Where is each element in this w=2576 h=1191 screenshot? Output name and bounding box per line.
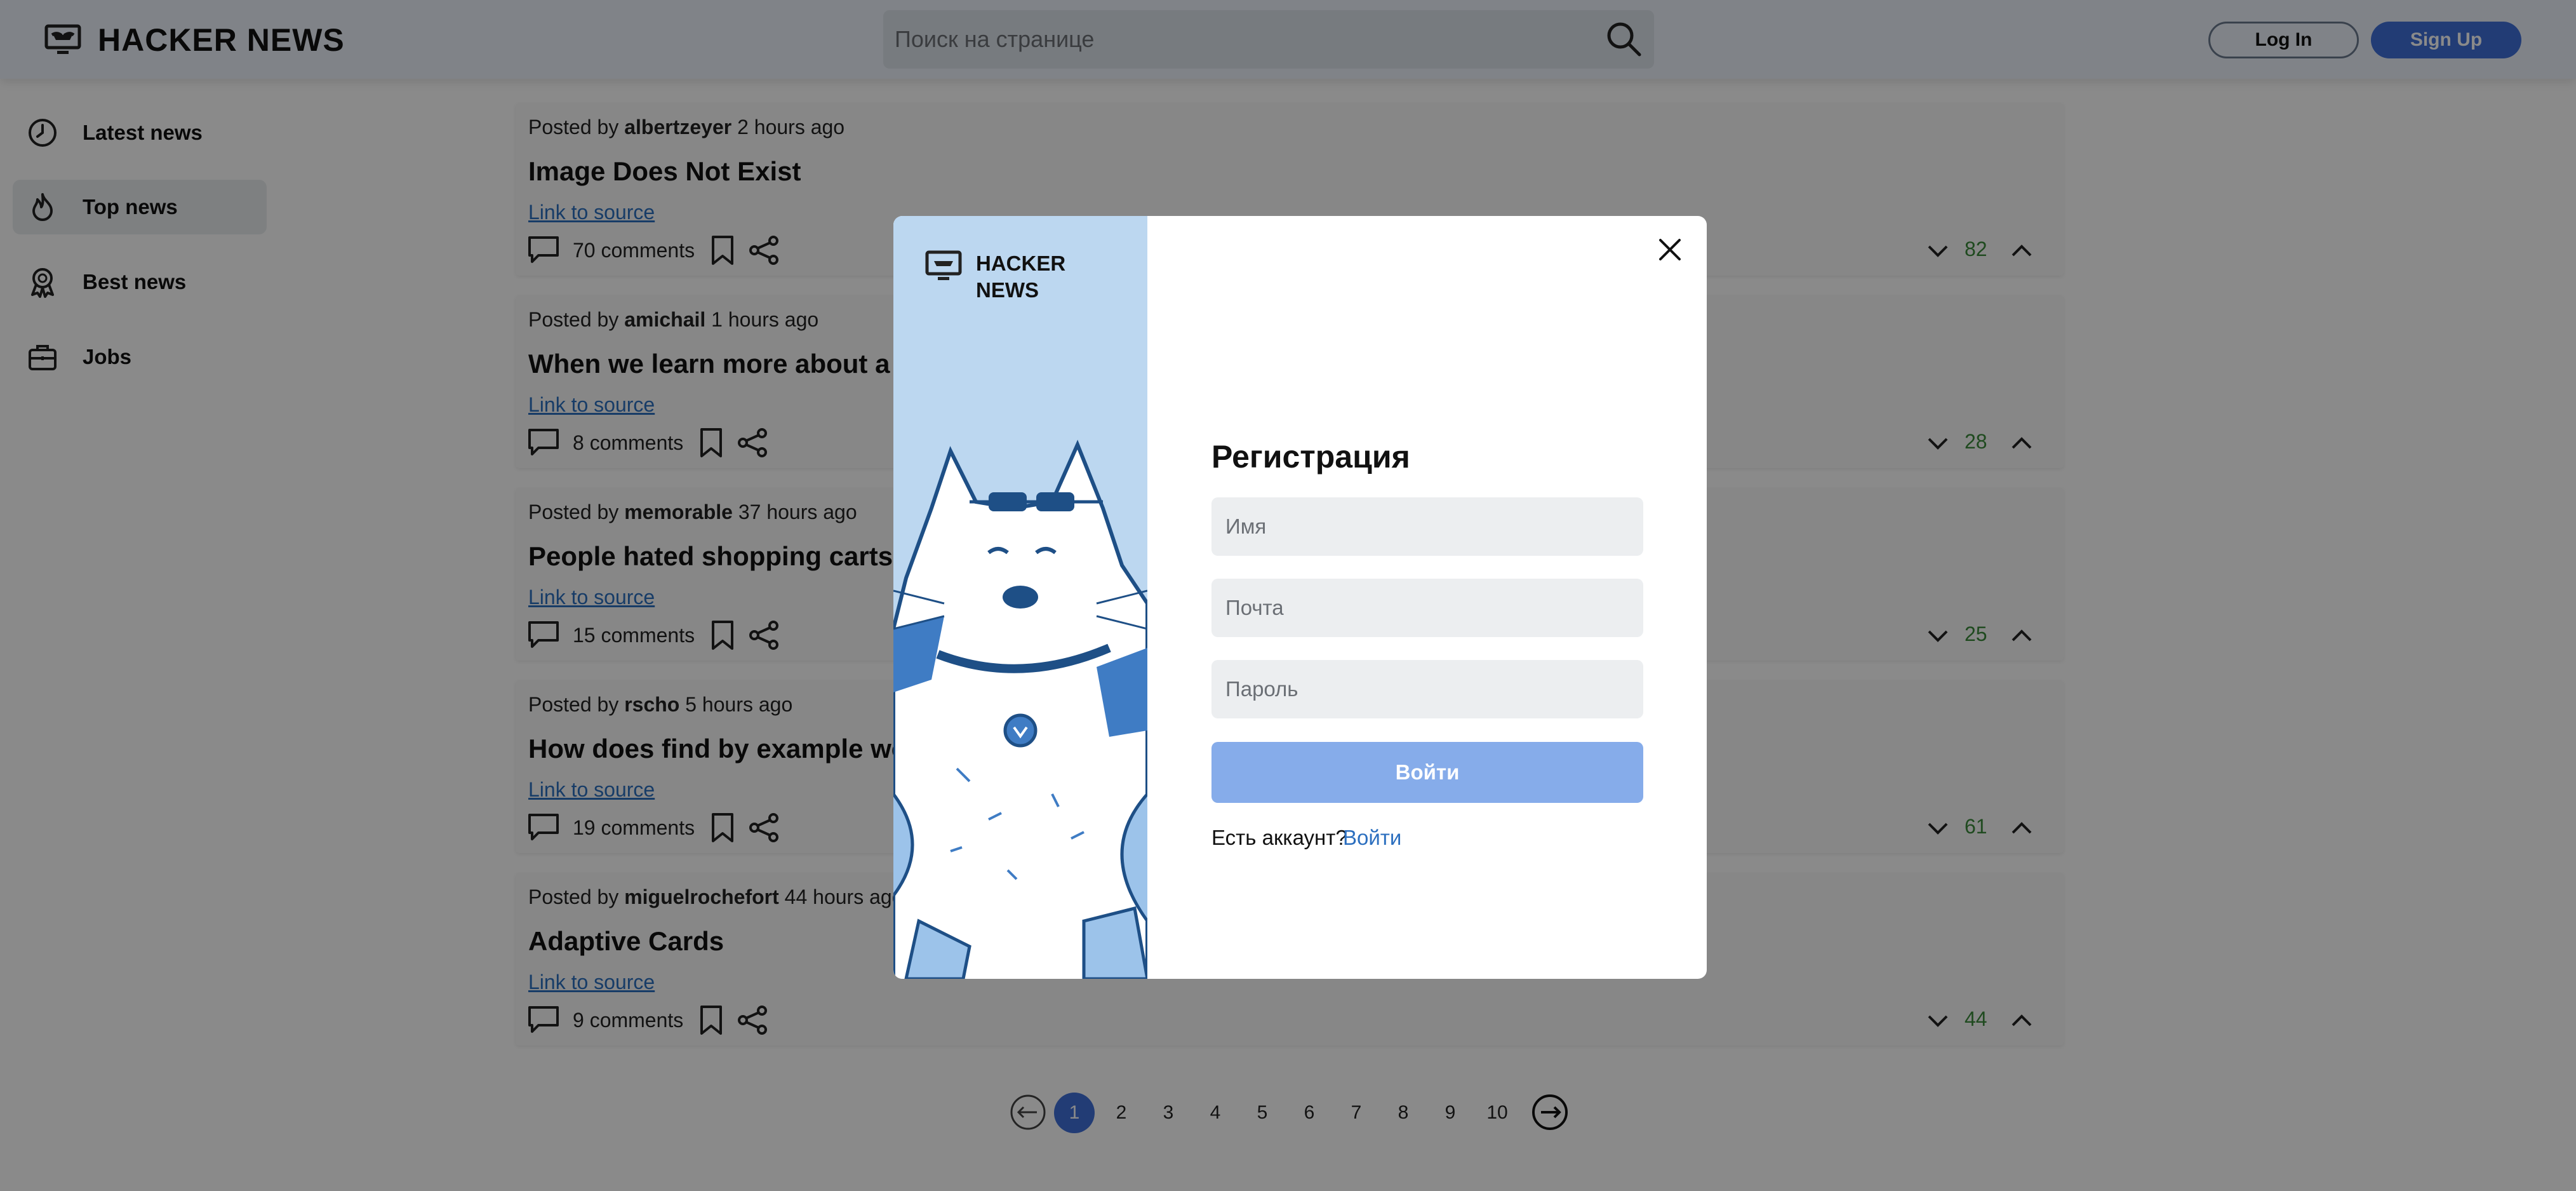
- email-field[interactable]: [1211, 579, 1643, 637]
- cat-illustration-icon: [893, 440, 1147, 979]
- modal-brand-line2: NEWS: [976, 278, 1039, 302]
- close-icon[interactable]: [1654, 234, 1686, 266]
- registration-modal: HACKER NEWS Регистрация Войти: [893, 216, 1707, 979]
- submit-button[interactable]: Войти: [1211, 742, 1643, 803]
- modal-illustration-panel: HACKER NEWS: [893, 216, 1147, 979]
- name-field[interactable]: [1211, 497, 1643, 556]
- modal-title: Регистрация: [1211, 439, 1410, 474]
- monitor-logo-icon: [925, 250, 962, 280]
- modal-brand: HACKER NEWS: [925, 250, 1065, 304]
- password-field[interactable]: [1211, 660, 1643, 718]
- login-link[interactable]: Войти: [1343, 826, 1401, 850]
- modal-brand-line1: HACKER: [976, 252, 1066, 275]
- have-account-text: Есть аккаунт?: [1211, 826, 1347, 849]
